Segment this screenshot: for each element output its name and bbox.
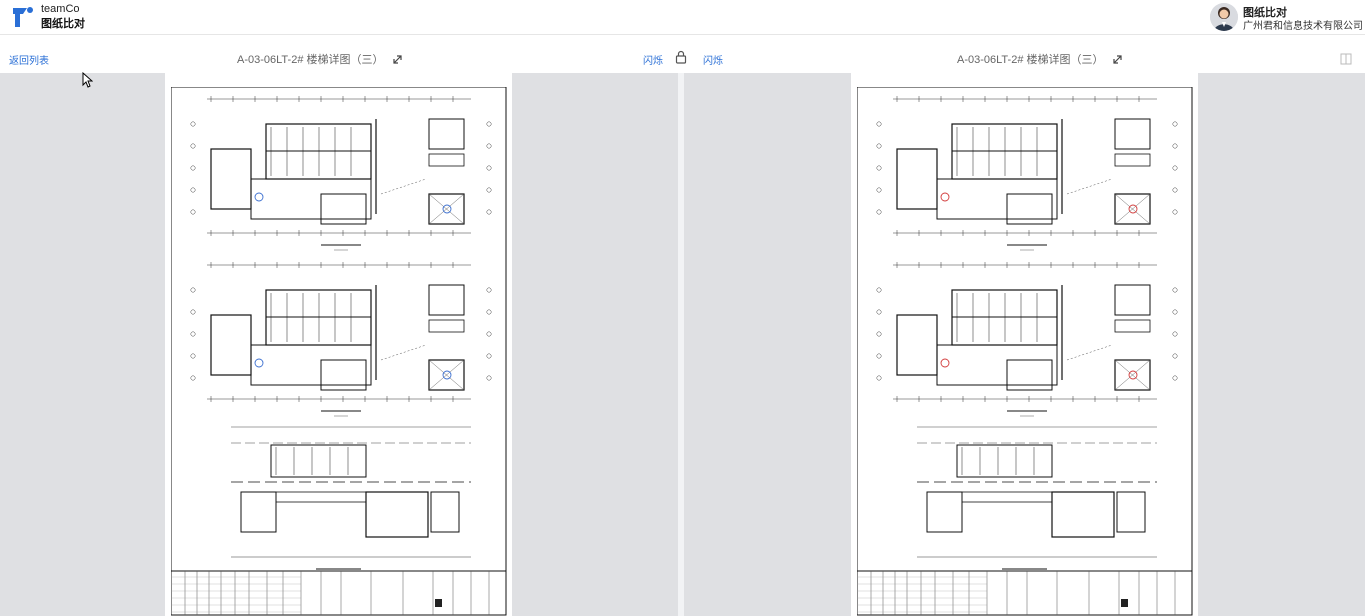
left-drawing-image (171, 87, 507, 616)
logo-brand-name: teamCo (41, 3, 80, 15)
top-header: teamCo 图纸比对 图纸比对 广州君和信息技术有限公司 (0, 0, 1365, 35)
logo-app-name: 图纸比对 (41, 18, 85, 30)
left-drawing-sheet[interactable] (165, 73, 512, 616)
user-organization: 广州君和信息技术有限公司 (1243, 21, 1363, 32)
right-drawing-title: A-03-06LT-2# 楼梯详图（三） (957, 54, 1104, 66)
teamco-logo-icon (10, 4, 36, 30)
user-avatar[interactable] (1210, 3, 1238, 31)
right-drawing-image (857, 87, 1193, 616)
expand-icon[interactable] (392, 52, 403, 70)
flash-toggle-left[interactable]: 闪烁 (643, 52, 663, 67)
lock-icon[interactable] (675, 50, 687, 69)
left-drawing-title: A-03-06LT-2# 楼梯详图（三） (237, 54, 384, 66)
mouse-cursor-icon (82, 71, 94, 93)
back-to-list-link[interactable]: 返回列表 (9, 52, 49, 67)
compare-icon[interactable] (1340, 52, 1352, 70)
right-drawing-sheet[interactable] (851, 73, 1198, 616)
flash-toggle-right[interactable]: 闪烁 (703, 52, 723, 67)
compare-toolbar: 返回列表 A-03-06LT-2# 楼梯详图（三） 闪烁 闪烁 A-03-06L… (0, 35, 1365, 73)
expand-icon[interactable] (1112, 52, 1123, 70)
